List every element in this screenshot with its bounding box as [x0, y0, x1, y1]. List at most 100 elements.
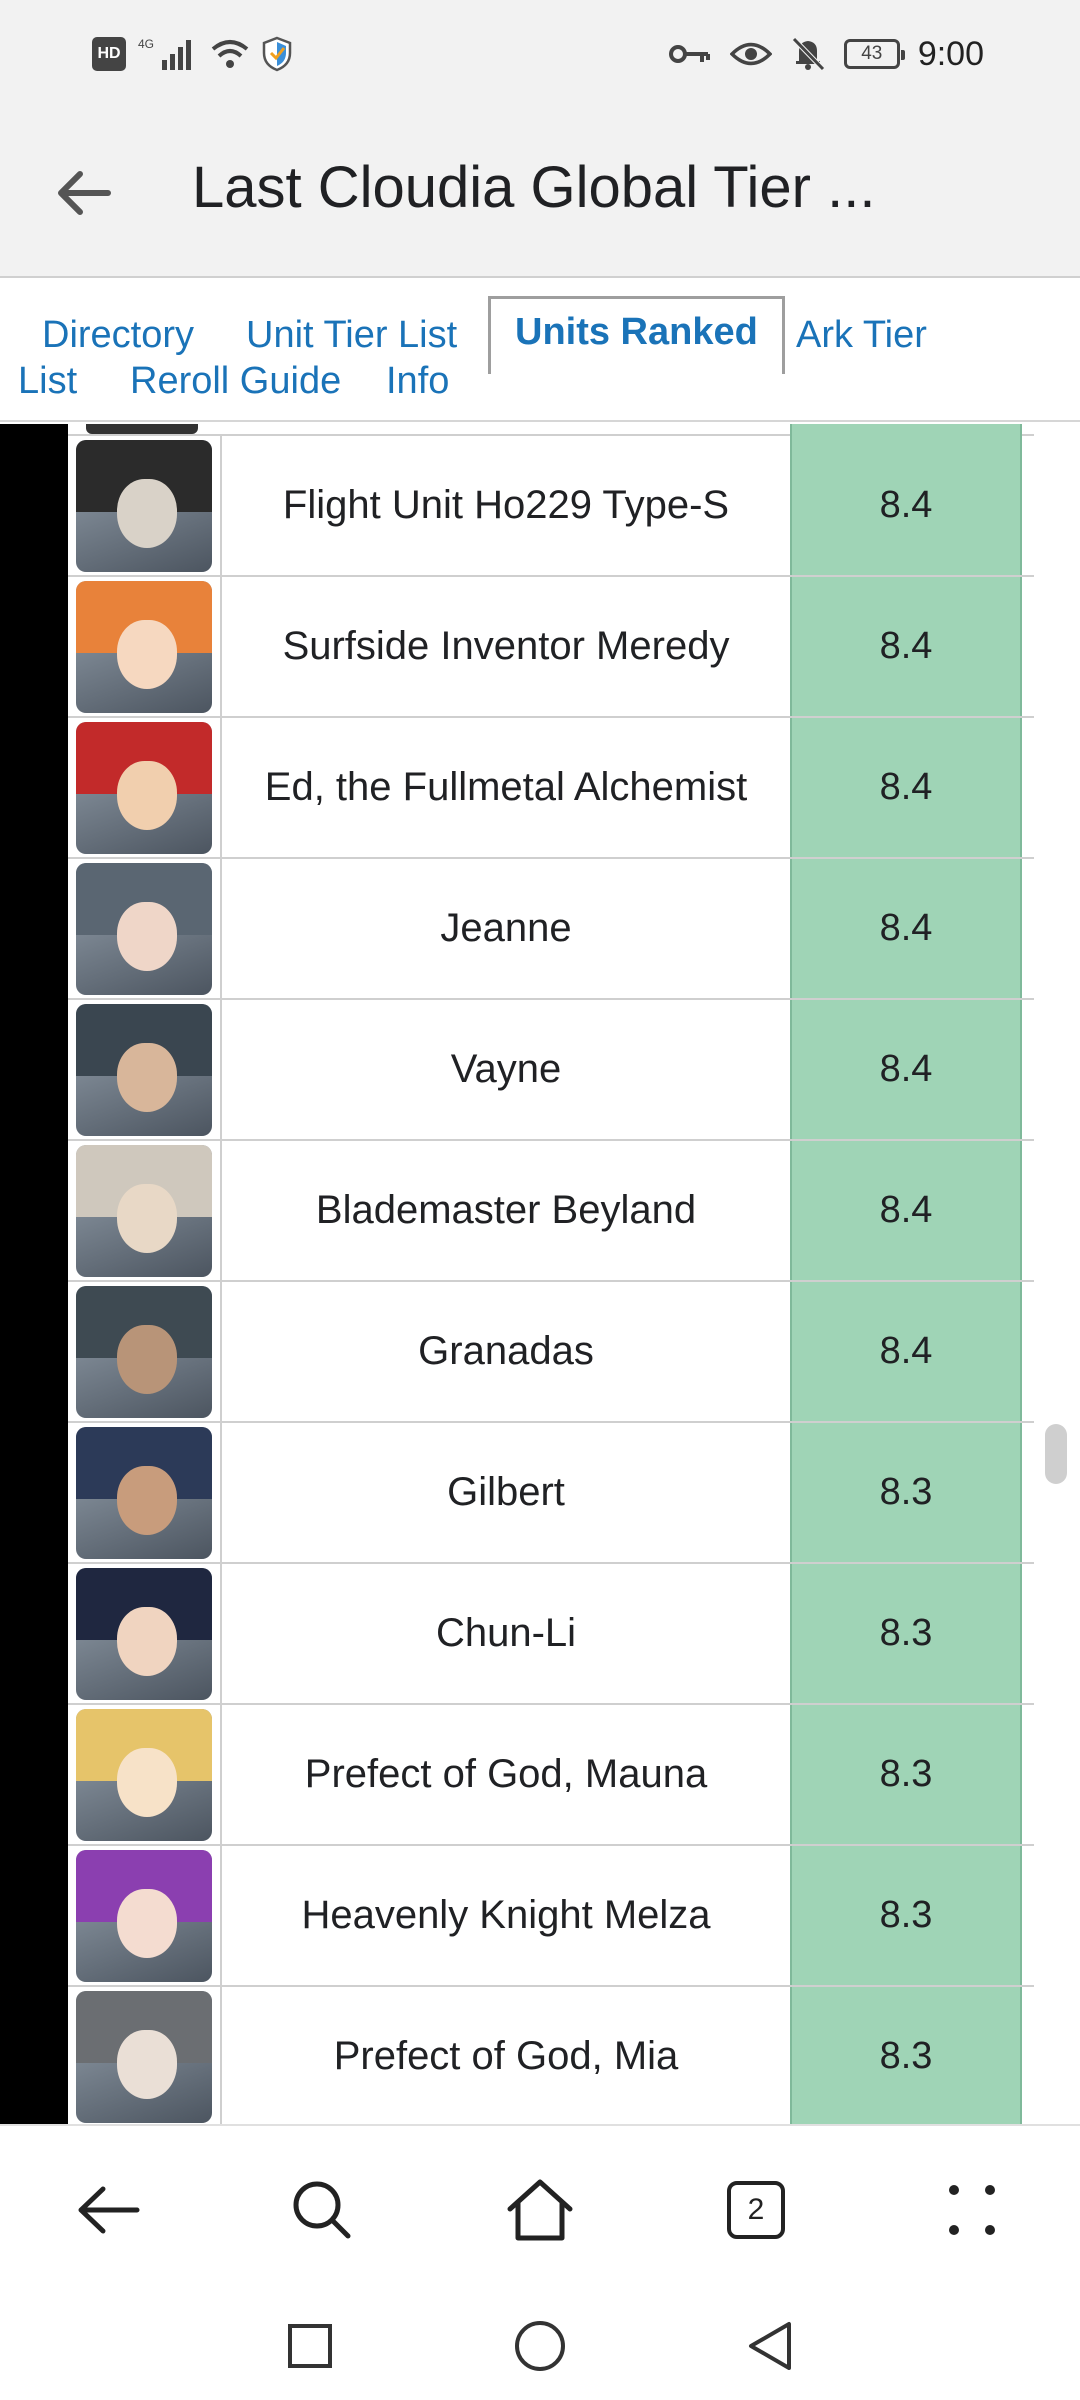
portrait-face: [116, 902, 177, 971]
unit-portrait-image[interactable]: [76, 1849, 212, 1982]
row-trailing-space: [1022, 718, 1034, 857]
unit-portrait-image[interactable]: [76, 1567, 212, 1700]
unit-portrait-cell: [68, 436, 222, 575]
shield-icon: [262, 36, 292, 72]
tab-info[interactable]: Info: [386, 360, 449, 403]
wifi-icon: [211, 40, 249, 68]
unit-portrait-image[interactable]: [76, 721, 212, 854]
table-row[interactable]: Prefect of God, Mia 8.3: [68, 1987, 1034, 2124]
row-trailing-space: [1022, 1564, 1034, 1703]
unit-name-cell: Flight Unit Ho229 Type-S: [282, 483, 730, 527]
previous-avatar-edge: [86, 424, 198, 434]
portrait-face: [116, 1466, 177, 1535]
unit-portrait-image[interactable]: [76, 862, 212, 995]
tab-switcher-button[interactable]: 2: [716, 2170, 796, 2250]
system-back-button[interactable]: [740, 2316, 800, 2376]
unit-name-cell: Ed, the Fullmetal Alchemist: [264, 765, 748, 809]
system-home-button[interactable]: [510, 2316, 570, 2376]
unit-score-cell: 8.4: [790, 436, 1022, 575]
tab-ark-tier-list[interactable]: List: [18, 360, 77, 403]
unit-score-cell: 8.4: [790, 859, 1022, 998]
app-bar: Last Cloudia Global Tier ...: [0, 108, 1080, 278]
unit-portrait-image[interactable]: [76, 580, 212, 713]
unit-name-cell: Heavenly Knight Melza: [301, 1893, 711, 1937]
tab-reroll-guide[interactable]: Reroll Guide: [130, 360, 341, 403]
unit-portrait-image[interactable]: [76, 1426, 212, 1559]
row-trailing-space: [1022, 1705, 1034, 1844]
tab-switcher-icon: 2: [727, 2181, 785, 2239]
browser-back-button[interactable]: [68, 2170, 148, 2250]
unit-portrait-cell: [68, 1282, 222, 1421]
unit-score-cell: 8.3: [790, 1423, 1022, 1562]
home-button[interactable]: [500, 2170, 580, 2250]
unit-score-cell: 8.3: [790, 1705, 1022, 1844]
mute-bell-icon: [792, 37, 825, 71]
browser-toolbar: 2: [0, 2124, 1080, 2292]
tab-directory[interactable]: Directory: [42, 314, 194, 357]
tab-bar: Directory Unit Tier List Units Ranked Ar…: [0, 280, 1080, 422]
unit-portrait-image[interactable]: [76, 1708, 212, 1841]
status-bar: HD 4G 43 9:00: [0, 0, 1080, 108]
table-row[interactable]: Heavenly Knight Melza 8.3: [68, 1846, 1034, 1987]
row-trailing-space: [1022, 577, 1034, 716]
unit-portrait-image[interactable]: [76, 1285, 212, 1418]
row-trailing-space: [1022, 859, 1034, 998]
table-row[interactable]: Vayne 8.4: [68, 1000, 1034, 1141]
status-time: 9:00: [917, 34, 984, 73]
battery-icon: 43: [843, 39, 905, 69]
portrait-face: [116, 1184, 177, 1253]
table-row[interactable]: Prefect of God, Mauna 8.3: [68, 1705, 1034, 1846]
row-trailing-space: [1022, 1282, 1034, 1421]
status-right-icons: 43 9:00: [668, 30, 984, 78]
unit-portrait-image[interactable]: [76, 1144, 212, 1277]
previous-score-edge: [790, 424, 1022, 436]
portrait-face: [116, 1607, 177, 1676]
more-button[interactable]: [932, 2170, 1012, 2250]
page-title: Last Cloudia Global Tier ...: [192, 155, 876, 220]
table-row[interactable]: Blademaster Beyland 8.4: [68, 1141, 1034, 1282]
table-row[interactable]: Chun-Li 8.3: [68, 1564, 1034, 1705]
unit-portrait-image[interactable]: [76, 439, 212, 572]
table-row[interactable]: Flight Unit Ho229 Type-S 8.4: [68, 436, 1034, 577]
back-button[interactable]: [44, 153, 124, 233]
eye-icon: [729, 42, 772, 66]
unit-name-cell: Blademaster Beyland: [315, 1188, 697, 1232]
table-row[interactable]: Granadas 8.4: [68, 1282, 1034, 1423]
recents-icon: [288, 2324, 332, 2368]
unit-score-cell: 8.4: [790, 1000, 1022, 1139]
portrait-face: [116, 1325, 177, 1394]
table-row[interactable]: Ed, the Fullmetal Alchemist 8.4: [68, 718, 1034, 859]
unit-portrait-image[interactable]: [76, 1003, 212, 1136]
table-row[interactable]: Surfside Inventor Meredy 8.4: [68, 577, 1034, 718]
table-row[interactable]: Jeanne 8.4: [68, 859, 1034, 1000]
row-trailing-space: [1022, 1141, 1034, 1280]
row-trailing-space: [1022, 1987, 1034, 2124]
back-arrow-icon: [78, 2186, 140, 2234]
tab-ark-tier[interactable]: Ark Tier: [796, 314, 927, 357]
portrait-face: [116, 1748, 177, 1817]
portrait-face: [116, 761, 177, 830]
unit-name-cell: Prefect of God, Mauna: [304, 1752, 708, 1796]
search-button[interactable]: [282, 2170, 362, 2250]
unit-name-cell: Vayne: [450, 1047, 562, 1091]
hd-icon: HD: [92, 37, 126, 71]
home-icon: [507, 2179, 573, 2241]
row-trailing-space: [1022, 436, 1034, 575]
unit-portrait-cell: [68, 1564, 222, 1703]
scrollbar-thumb[interactable]: [1045, 1424, 1067, 1484]
system-navigation-bar: [0, 2292, 1080, 2400]
tier-color-band: [0, 424, 68, 2124]
unit-portrait-cell: [68, 859, 222, 998]
tab-units-ranked[interactable]: Units Ranked: [488, 296, 785, 374]
recents-button[interactable]: [280, 2316, 340, 2376]
tab-unit-tier-list[interactable]: Unit Tier List: [246, 314, 457, 357]
table-row[interactable]: Gilbert 8.3: [68, 1423, 1034, 1564]
unit-name-cell: Granadas: [418, 1329, 594, 1373]
row-trailing-space: [1022, 1000, 1034, 1139]
unit-name-cell: Jeanne: [440, 906, 572, 950]
search-icon: [293, 2181, 351, 2239]
unit-portrait-image[interactable]: [76, 1990, 212, 2123]
table-rows: Flight Unit Ho229 Type-S 8.4 Surfside Inve…: [68, 436, 1034, 2124]
unit-score-cell: 8.3: [790, 1987, 1022, 2124]
units-table[interactable]: Flight Unit Ho229 Type-S 8.4 Surfside Inve…: [0, 424, 1080, 2124]
